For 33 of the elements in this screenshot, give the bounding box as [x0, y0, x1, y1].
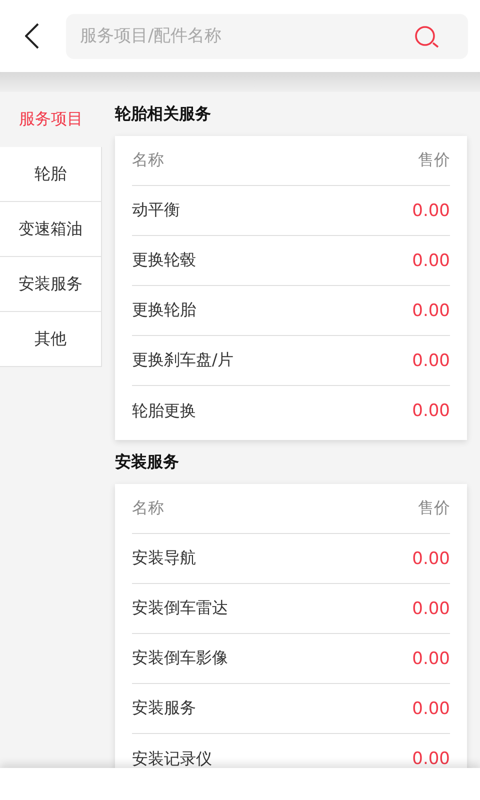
service-name: 安装记录仪 [132, 748, 212, 768]
service-price: 0.00 [412, 200, 450, 220]
service-name: 安装服务 [132, 698, 196, 719]
service-price: 0.00 [412, 401, 450, 421]
search-field[interactable]: 服务项目/配件名称 [66, 14, 468, 58]
column-header: 名称 [132, 150, 164, 171]
service-price: 0.00 [412, 698, 450, 718]
column-header: 售价 [418, 498, 450, 519]
service-name: 更换轮毂 [132, 250, 196, 271]
section-title: 安装服务 [115, 450, 180, 472]
search-icon[interactable] [414, 24, 440, 48]
service-price: 0.00 [412, 648, 450, 668]
service-price: 0.00 [412, 598, 450, 618]
section-title: 轮胎相关服务 [115, 102, 212, 124]
sidebar-tab[interactable]: 轮胎 [0, 147, 102, 202]
back-icon [25, 23, 39, 49]
service-name: 安装倒车雷达 [132, 598, 228, 619]
sidebar-tab[interactable]: 其他 [0, 312, 102, 367]
service-name: 更换轮胎 [132, 300, 196, 321]
service-price: 0.00 [412, 300, 450, 320]
sidebar-tab[interactable]: 安装服务 [0, 257, 102, 312]
service-name: 动平衡 [132, 200, 180, 221]
column-header: 售价 [418, 150, 450, 171]
service-price: 0.00 [412, 749, 450, 768]
service-price: 0.00 [412, 548, 450, 568]
service-name: 安装倒车影像 [132, 648, 228, 669]
service-price: 0.00 [412, 350, 450, 370]
column-header: 名称 [132, 498, 164, 519]
service-name: 安装导航 [132, 548, 196, 569]
sidebar-tab[interactable]: 变速箱油 [0, 202, 102, 257]
service-price: 0.00 [412, 250, 450, 270]
service-name: 更换刹车盘/片 [132, 350, 234, 371]
service-name: 轮胎更换 [132, 400, 196, 422]
